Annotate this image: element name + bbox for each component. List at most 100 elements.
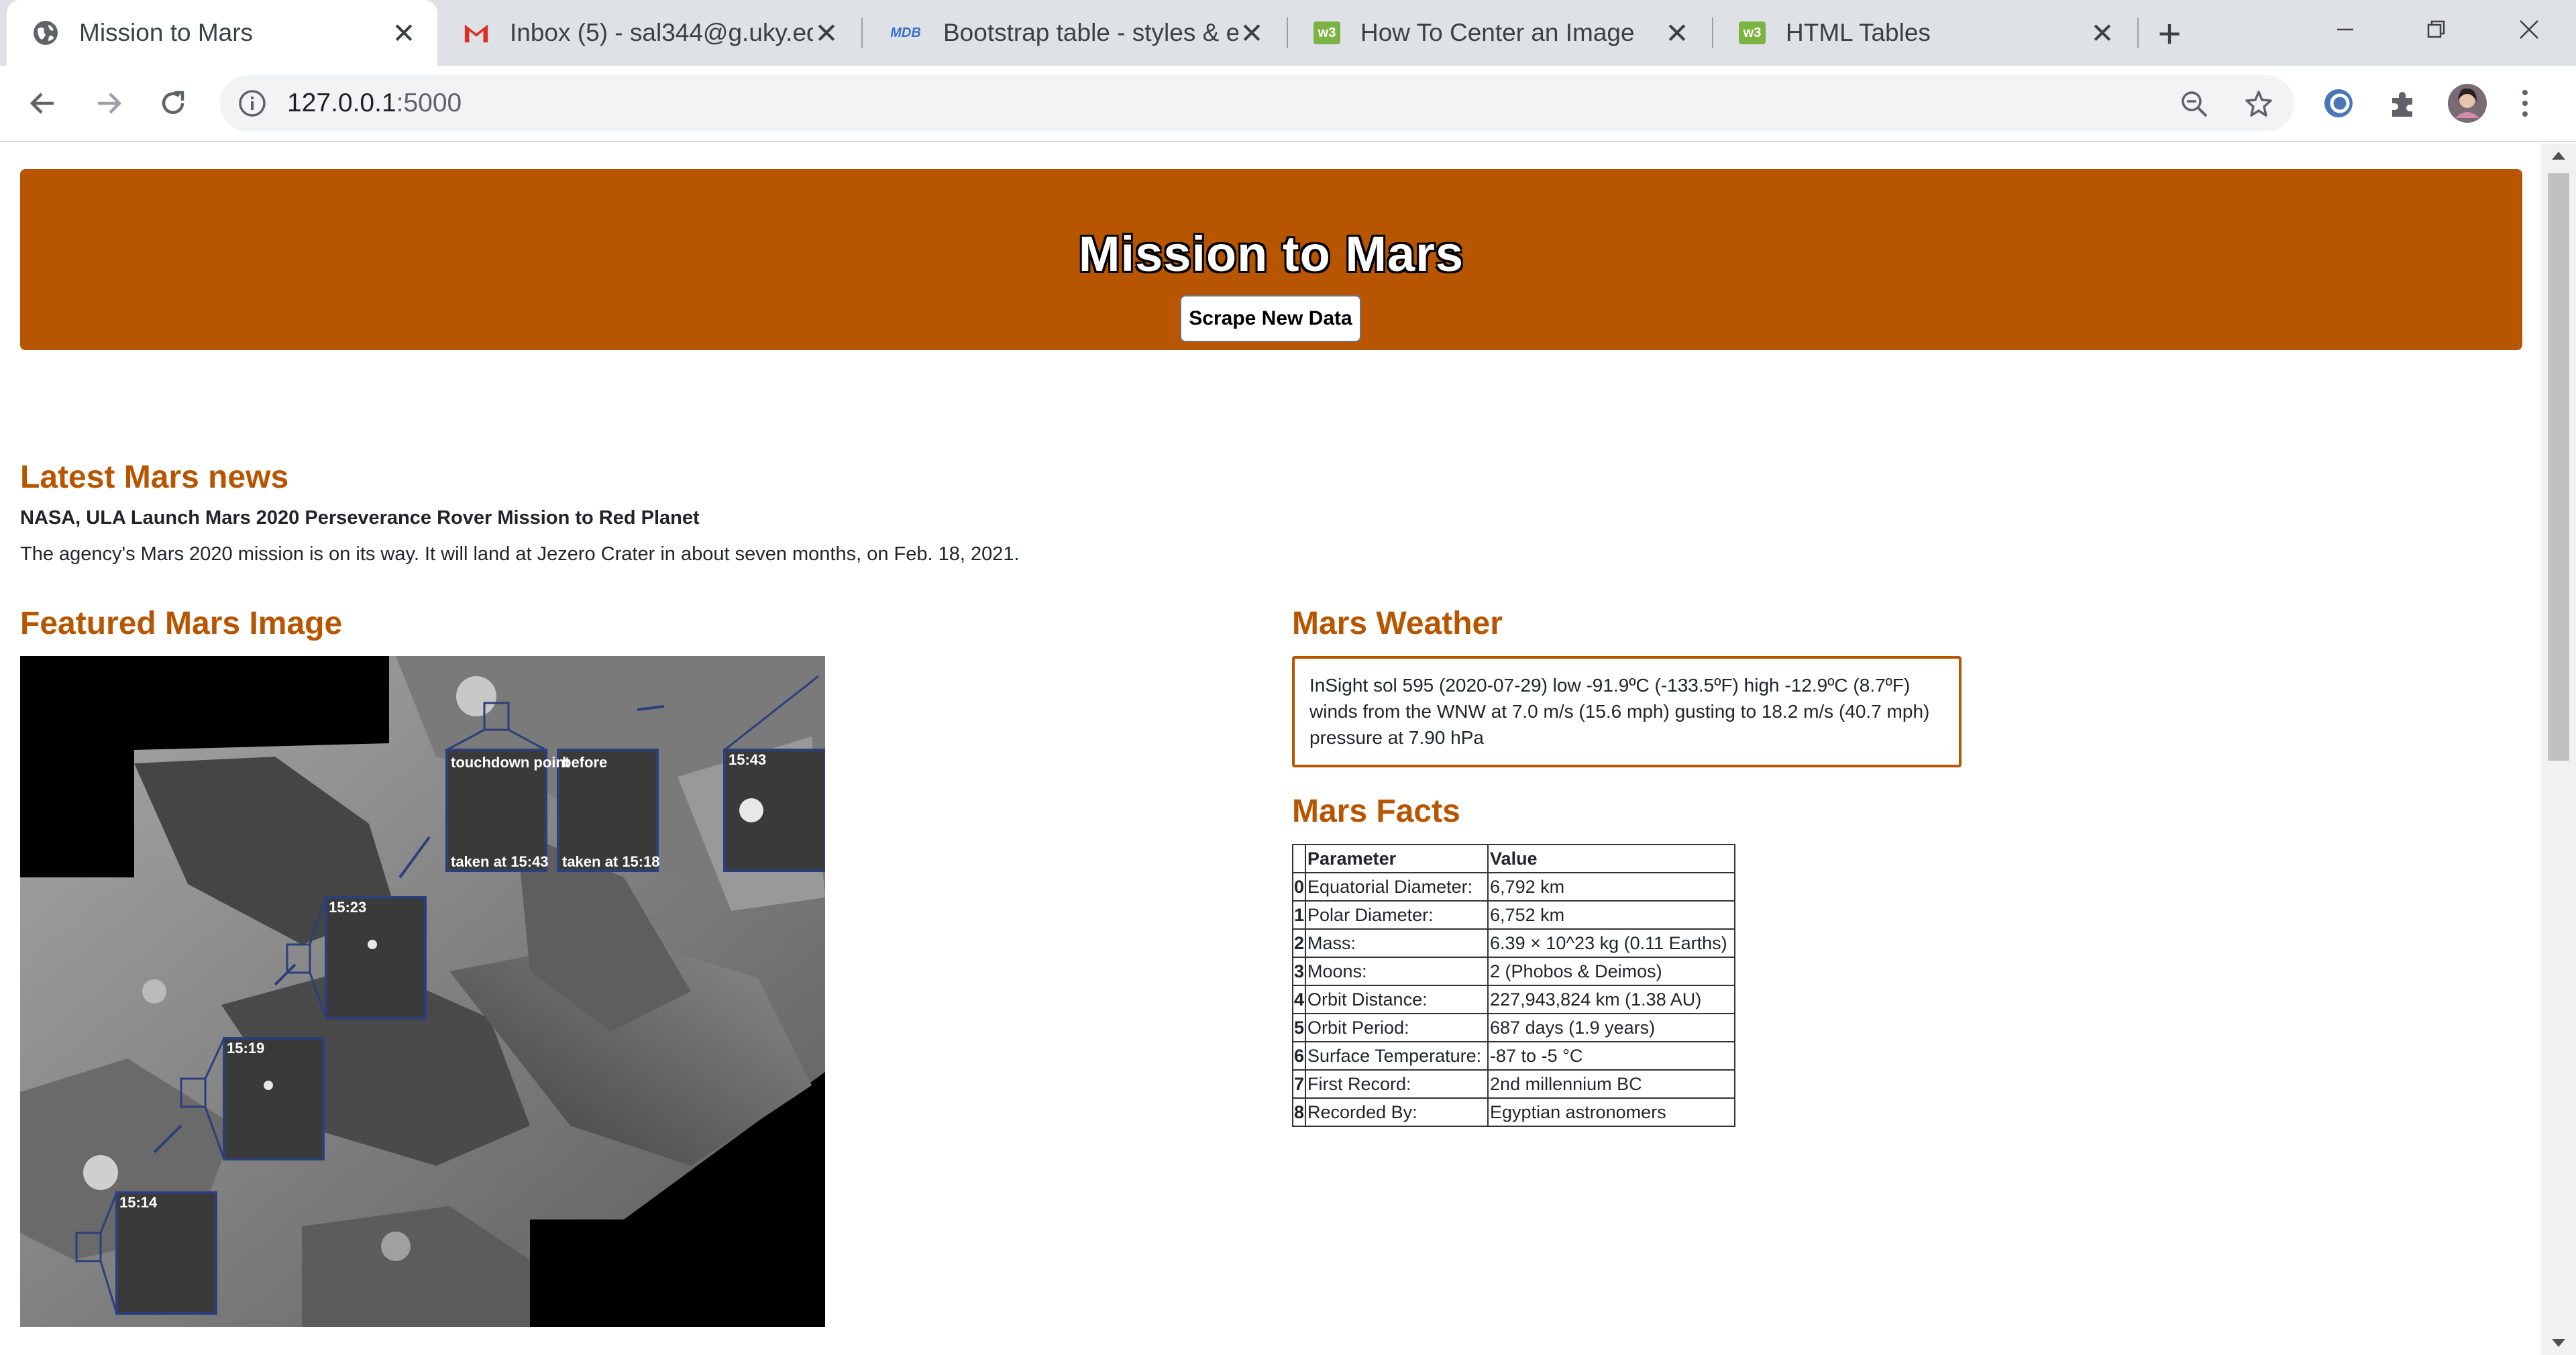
row-index: 3 [1291, 957, 1307, 986]
minimize-button[interactable] [2305, 0, 2385, 59]
w3-logo: w3 [1313, 21, 1340, 44]
tab-mission-to-mars[interactable]: Mission to Mars ✕ [7, 0, 437, 66]
extension-icon[interactable] [2317, 82, 2360, 125]
row-value: 6,792 km [1487, 872, 1736, 902]
reload-button[interactable] [152, 82, 195, 125]
table-header-value: Value [1487, 844, 1736, 873]
image-label: 15:14 [119, 1194, 158, 1211]
row-value: -87 to -5 °C [1487, 1041, 1736, 1071]
w3schools-icon: w3 [1313, 19, 1340, 46]
tab-title: Mission to Mars [79, 19, 254, 46]
row-index: 8 [1291, 1097, 1307, 1127]
table-header-parameter: Parameter [1305, 844, 1489, 873]
scrollbar-thumb[interactable] [2548, 173, 2569, 761]
row-value: 6,752 km [1487, 900, 1736, 930]
page-scrollbar[interactable] [2541, 144, 2576, 1355]
w3schools-icon: w3 [1739, 19, 1766, 46]
restore-button[interactable] [2396, 0, 2477, 59]
table-row: 1 Polar Diameter: 6,752 km [1291, 900, 1736, 930]
row-parameter: Surface Temperature: [1305, 1041, 1489, 1071]
image-label: 15:43 [729, 751, 766, 768]
weather-heading: Mars Weather [1292, 606, 1503, 641]
table-row: 2 Mass: 6.39 × 10^23 kg (0.11 Earths) [1291, 928, 1736, 958]
weather-text: InSight sol 595 (2020-07-29) low -91.9ºC… [1309, 675, 1930, 748]
url-port: :5000 [396, 89, 462, 117]
close-tab-icon[interactable]: ✕ [390, 17, 417, 49]
new-tab-button[interactable]: + [2151, 11, 2188, 56]
tab-inbox[interactable]: Inbox (5) - sal344@g.uky.edu ✕ [437, 0, 860, 66]
table-row: 5 Orbit Period: 687 days (1.9 years) [1291, 1013, 1736, 1042]
page-title: Mission to Mars [1078, 226, 1464, 282]
info-icon[interactable] [237, 89, 267, 118]
tab-center-image[interactable]: w3 How To Center an Image ✕ [1288, 0, 1711, 66]
tab-html-tables[interactable]: w3 HTML Tables ✕ [1713, 0, 2136, 66]
row-parameter: Mass: [1305, 928, 1489, 958]
browser-menu-icon[interactable] [2512, 82, 2538, 125]
table-row: 0 Equatorial Diameter: 6,792 km [1291, 872, 1736, 902]
row-value: 687 days (1.9 years) [1487, 1013, 1736, 1042]
weather-box: InSight sol 595 (2020-07-29) low -91.9ºC… [1292, 656, 1962, 767]
scroll-up-arrow-icon[interactable] [2552, 152, 2565, 160]
table-row: 3 Moons: 2 (Phobos & Deimos) [1291, 957, 1736, 986]
tab-title: Bootstrap table - styles & e [943, 19, 1238, 46]
row-index: 0 [1291, 872, 1307, 902]
table-header-row: Parameter Value [1291, 844, 1736, 873]
row-index: 1 [1291, 900, 1307, 930]
tab-bootstrap-table[interactable]: MDB Bootstrap table - styles & e ✕ [863, 0, 1285, 66]
image-label: 15:19 [227, 1040, 264, 1056]
mdb-icon: MDB [888, 19, 923, 46]
row-index: 6 [1291, 1041, 1307, 1071]
tab-title: How To Center an Image [1360, 19, 1635, 46]
row-parameter: Equatorial Diameter: [1305, 872, 1489, 902]
tab-title: HTML Tables [1786, 19, 1931, 46]
scroll-down-arrow-icon[interactable] [2552, 1339, 2565, 1347]
news-heading: Latest Mars news [20, 459, 289, 495]
close-tab-icon[interactable]: ✕ [813, 17, 840, 49]
featured-mars-image: touchdown point before taken at 15:43 ta… [20, 656, 825, 1327]
row-parameter: Moons: [1305, 957, 1489, 986]
forward-button[interactable] [87, 82, 130, 125]
back-button[interactable] [21, 82, 64, 125]
image-label: before [562, 754, 607, 771]
scrape-new-data-button[interactable]: Scrape New Data [1180, 295, 1361, 342]
facts-heading: Mars Facts [1292, 794, 1460, 829]
mdb-logo-text: MDB [890, 25, 921, 40]
url-host: 127.0.0.1 [287, 89, 396, 117]
gmail-icon [463, 19, 490, 46]
table-row: 4 Orbit Distance: 227,943,824 km (1.38 AU) [1291, 985, 1736, 1014]
profile-avatar[interactable] [2446, 82, 2489, 125]
news-title: NASA, ULA Launch Mars 2020 Perseverance … [20, 507, 700, 529]
row-parameter: First Record: [1305, 1069, 1489, 1099]
row-index: 4 [1291, 985, 1307, 1014]
w3-logo: w3 [1739, 21, 1766, 44]
row-value: 2nd millennium BC [1487, 1069, 1736, 1099]
tab-separator [2137, 17, 2139, 48]
close-tab-icon[interactable]: ✕ [2089, 17, 2116, 49]
row-index: 5 [1291, 1013, 1307, 1042]
zoom-out-icon[interactable] [2179, 89, 2210, 119]
row-index: 2 [1291, 928, 1307, 958]
row-parameter: Orbit Distance: [1305, 985, 1489, 1014]
row-value: 227,943,824 km (1.38 AU) [1487, 985, 1736, 1014]
address-bar[interactable]: 127.0.0.1:5000 [220, 75, 2294, 131]
featured-image-heading: Featured Mars Image [20, 606, 343, 641]
image-label: taken at 15:43 [451, 853, 549, 870]
row-index: 7 [1291, 1069, 1307, 1099]
row-parameter: Polar Diameter: [1305, 900, 1489, 930]
close-tab-icon[interactable]: ✕ [1664, 17, 1690, 49]
close-tab-icon[interactable]: ✕ [1238, 17, 1265, 49]
bookmark-star-icon[interactable] [2243, 89, 2274, 119]
row-value: Egyptian astronomers [1487, 1097, 1736, 1127]
page-viewport: Mission to Mars Scrape New Data Latest M… [0, 144, 2541, 1355]
url-text: 127.0.0.1:5000 [287, 89, 462, 118]
browser-toolbar: 127.0.0.1:5000 [0, 66, 2576, 142]
row-value: 2 (Phobos & Deimos) [1487, 957, 1736, 986]
image-label: touchdown point [451, 754, 570, 771]
image-label: 15:23 [329, 899, 366, 916]
tab-title: Inbox (5) - sal344@g.uky.edu [510, 19, 813, 46]
row-parameter: Orbit Period: [1305, 1013, 1489, 1042]
extensions-puzzle-icon[interactable] [2381, 82, 2424, 125]
table-row: 6 Surface Temperature: -87 to -5 °C [1291, 1041, 1736, 1071]
row-parameter: Recorded By: [1305, 1097, 1489, 1127]
close-window-button[interactable] [2489, 0, 2569, 59]
